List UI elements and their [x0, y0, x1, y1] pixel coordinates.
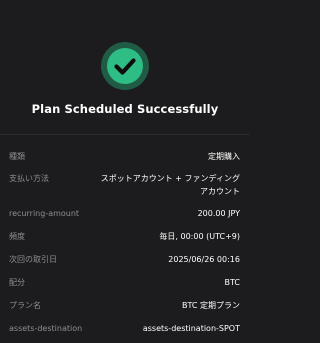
- detail-value: 定期購入: [208, 152, 240, 161]
- success-hero: Plan Scheduled Successfully: [0, 0, 250, 135]
- detail-label: 配分: [9, 278, 25, 287]
- detail-value: BTC: [224, 278, 241, 287]
- detail-label: プラン名: [9, 301, 41, 310]
- detail-value: assets-destination-SPOT: [142, 324, 240, 333]
- detail-value: 毎日, 00:00 (UTC+9): [159, 232, 240, 241]
- detail-label: 支払い方法: [9, 174, 49, 183]
- detail-label: 頻度: [9, 232, 25, 241]
- detail-value: 200.00 JPY: [197, 209, 240, 218]
- detail-value: BTC 定期プラン: [181, 301, 240, 310]
- plan-success-screen: Plan Scheduled Successfully 種類 定期購入 支払い方…: [0, 0, 250, 343]
- detail-label: 次回の取引日: [9, 255, 57, 264]
- success-check-icon: [100, 41, 150, 91]
- detail-label: 種類: [9, 152, 25, 161]
- detail-label: recurring-amount: [9, 209, 80, 218]
- detail-label: assets-destination: [9, 324, 83, 333]
- divider: [0, 134, 250, 135]
- detail-value: スポットアカウント + ファンディングアカウント: [100, 174, 240, 196]
- page-title: Plan Scheduled Successfully: [31, 102, 219, 116]
- detail-value: 2025/06/26 00:16: [168, 255, 240, 264]
